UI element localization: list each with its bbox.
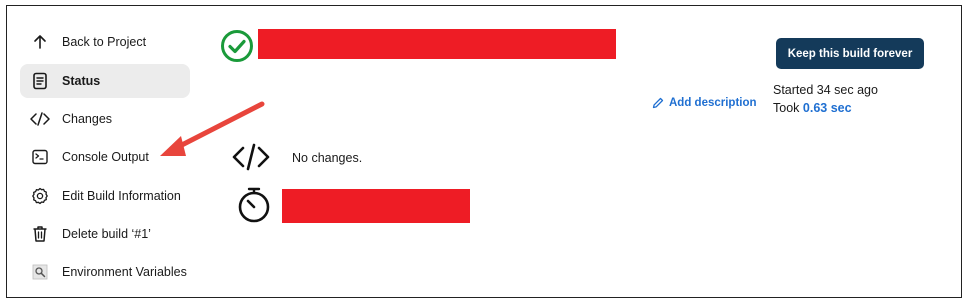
- took-label: Took: [773, 101, 800, 115]
- build-started-text: Started 34 sec ago: [773, 83, 878, 97]
- redacted-build-title: [258, 29, 616, 59]
- build-duration-link[interactable]: 0.63 sec: [803, 101, 852, 115]
- code-icon: [231, 142, 271, 172]
- terminal-icon: [30, 147, 50, 167]
- timer-icon: [236, 186, 272, 224]
- code-icon: [30, 109, 50, 129]
- sidebar-item-status[interactable]: Status: [20, 64, 190, 98]
- gear-icon: [30, 186, 50, 206]
- redacted-build-duration: [282, 189, 470, 223]
- sidebar-item-changes[interactable]: Changes: [20, 102, 190, 136]
- sidebar-item-label: Edit Build Information: [62, 189, 181, 203]
- sidebar-item-label: Status: [62, 74, 101, 88]
- sidebar-item-label: Back to Project: [62, 35, 147, 49]
- sidebar-item-label: Environment Variables: [62, 265, 187, 279]
- add-description-link[interactable]: Add description: [652, 97, 757, 109]
- no-changes-text: No changes.: [292, 151, 363, 165]
- sidebar-item-label: Delete build ‘#1’: [62, 227, 151, 241]
- sidebar-item-edit-build-information[interactable]: Edit Build Information: [20, 179, 190, 213]
- sidebar-item-environment-variables[interactable]: Environment Variables: [20, 255, 190, 289]
- keep-build-forever-button[interactable]: Keep this build forever: [776, 38, 924, 69]
- trash-icon: [30, 224, 50, 244]
- magnifier-icon: [30, 262, 50, 282]
- sidebar-item-console-output[interactable]: Console Output: [20, 140, 190, 174]
- sidebar-item-label: Changes: [62, 112, 113, 126]
- arrow-up-icon: [30, 32, 50, 52]
- add-description-label: Add description: [669, 97, 757, 109]
- document-icon: [30, 71, 50, 91]
- check-circle-icon: [220, 29, 254, 63]
- pencil-icon: [652, 97, 664, 109]
- sidebar-item-delete-build[interactable]: Delete build ‘#1’: [20, 217, 190, 251]
- sidebar-item-label: Console Output: [62, 150, 149, 164]
- sidebar-item-back-to-project[interactable]: Back to Project: [20, 25, 190, 59]
- build-took-text: Took 0.63 sec: [773, 101, 852, 115]
